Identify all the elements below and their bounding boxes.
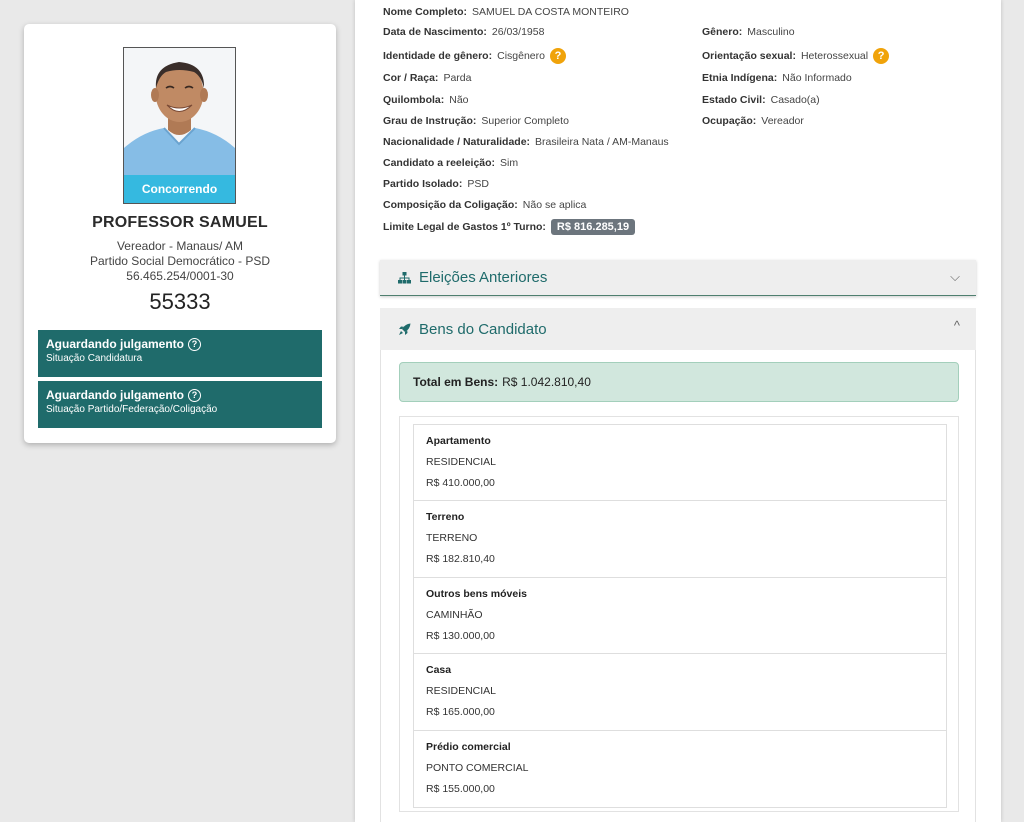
detail-etnia-indigena: Etnia Indígena: Não Informado [702, 72, 852, 84]
asset-type: Prédio comercial [426, 740, 511, 753]
detail-nome-completo: Nome Completo: SAMUEL DA COSTA MONTEIRO [383, 6, 629, 18]
asset-type: Terreno [426, 511, 465, 524]
asset-value: R$ 155.000,00 [426, 782, 495, 795]
list-item: Outros bens móveis CAMINHÃO R$ 130.000,0… [414, 578, 946, 655]
asset-description: RESIDENCIAL [426, 456, 497, 468]
asset-value: R$ 130.000,00 [426, 629, 495, 642]
asset-type: Outros bens móveis [426, 587, 527, 600]
detail-nacionalidade: Nacionalidade / Naturalidade: Brasileira… [383, 136, 669, 148]
list-item: Apartamento RESIDENCIAL R$ 410.000,00 [414, 425, 946, 502]
detail-reeleicao: Candidato a reeleição: Sim [383, 157, 519, 169]
candidate-number: 55333 [149, 289, 211, 314]
status-title: Aguardando julgamento [46, 337, 184, 351]
chevron-down-icon: ⌵ [950, 269, 960, 284]
help-icon[interactable]: ? [188, 388, 201, 402]
asset-value: R$ 182.810,40 [426, 553, 495, 566]
asset-value: R$ 165.000,00 [426, 706, 495, 719]
candidate-photo: Concorrendo [123, 47, 236, 204]
sitemap-icon [398, 271, 411, 283]
photo-status-badge: Concorrendo [124, 175, 235, 203]
candidate-name: PROFESSOR SAMUEL [92, 214, 268, 231]
candidate-party: Partido Social Democrático - PSD [89, 254, 271, 268]
assets-list: Apartamento RESIDENCIAL R$ 410.000,00 Te… [413, 424, 947, 808]
accordion-title: Eleições Anteriores [419, 269, 548, 286]
candidate-card: Concorrendo PROFESSOR SAMUEL Vereador - … [24, 24, 336, 443]
assets-container: Apartamento RESIDENCIAL R$ 410.000,00 Te… [399, 416, 959, 812]
status-subtitle: Situação Candidatura [46, 353, 143, 364]
accordion-title: Bens do Candidato [419, 320, 547, 338]
accordion-bens-candidato[interactable]: Bens do Candidato ^ [380, 308, 976, 350]
detail-orientacao-sexual: Orientação sexual: Heterossexual ? [702, 48, 890, 64]
detail-partido-isolado: Partido Isolado: PSD [383, 178, 489, 190]
list-item: Casa RESIDENCIAL R$ 165.000,00 [414, 654, 946, 731]
detail-composicao-coligacao: Composição da Coligação: Não se aplica [383, 199, 587, 211]
asset-type: Casa [426, 664, 452, 677]
detail-identidade-genero: Identidade de gênero: Cisgênero ? [383, 48, 566, 64]
status-candidatura: Aguardando julgamento ? Situação Candida… [38, 330, 322, 377]
status-subtitle: Situação Partido/Federação/Coligação [46, 404, 218, 415]
detail-ocupacao: Ocupação: Vereador [702, 115, 804, 127]
detail-estado-civil: Estado Civil: Casado(a) [702, 94, 820, 106]
asset-type: Apartamento [426, 435, 491, 447]
status-partido: Aguardando julgamento ? Situação Partido… [38, 381, 322, 428]
total-bens-value: R$ 1.042.810,40 [502, 375, 591, 389]
detail-quilombola: Quilombola: Não [383, 94, 469, 106]
asset-description: CAMINHÃO [426, 608, 483, 621]
help-icon[interactable]: ? [188, 337, 201, 351]
detail-cor-raca: Cor / Raça: Parda [383, 72, 472, 84]
status-title: Aguardando julgamento [46, 388, 184, 402]
bens-panel: Total em Bens: R$ 1.042.810,40 Apartamen… [380, 350, 976, 822]
detail-limite-gastos: Limite Legal de Gastos 1º Turno: R$ 816.… [383, 219, 636, 235]
limite-gastos-badge: R$ 816.285,19 [550, 219, 636, 235]
asset-value: R$ 410.000,00 [426, 477, 495, 489]
detail-data-nascimento: Data de Nascimento: 26/03/1958 [383, 26, 545, 38]
asset-description: RESIDENCIAL [426, 685, 497, 698]
accordion-eleicoes-anteriores[interactable]: Eleições Anteriores ⌵ [380, 260, 976, 296]
help-icon[interactable]: ? [549, 48, 566, 64]
chevron-up-icon: ^ [953, 318, 960, 333]
list-item: Terreno TERRENO R$ 182.810,40 [414, 501, 946, 578]
detail-grau-instrucao: Grau de Instrução: Superior Completo [383, 115, 569, 127]
asset-description: PONTO COMERCIAL [426, 761, 529, 774]
total-bens-label: Total em Bens: [413, 375, 499, 389]
list-item: Prédio comercial PONTO COMERCIAL R$ 155.… [414, 731, 946, 807]
total-bens: Total em Bens: R$ 1.042.810,40 [399, 362, 959, 402]
candidate-cnpj: 56.465.254/0001-30 [126, 269, 234, 283]
rocket-icon [399, 323, 411, 335]
help-icon[interactable]: ? [873, 48, 890, 64]
asset-description: TERRENO [426, 532, 478, 545]
detail-genero: Gênero: Masculino [702, 26, 795, 38]
main-panel: Nome Completo: SAMUEL DA COSTA MONTEIRO … [355, 0, 1001, 822]
candidate-office: Vereador - Manaus/ AM [116, 239, 244, 253]
